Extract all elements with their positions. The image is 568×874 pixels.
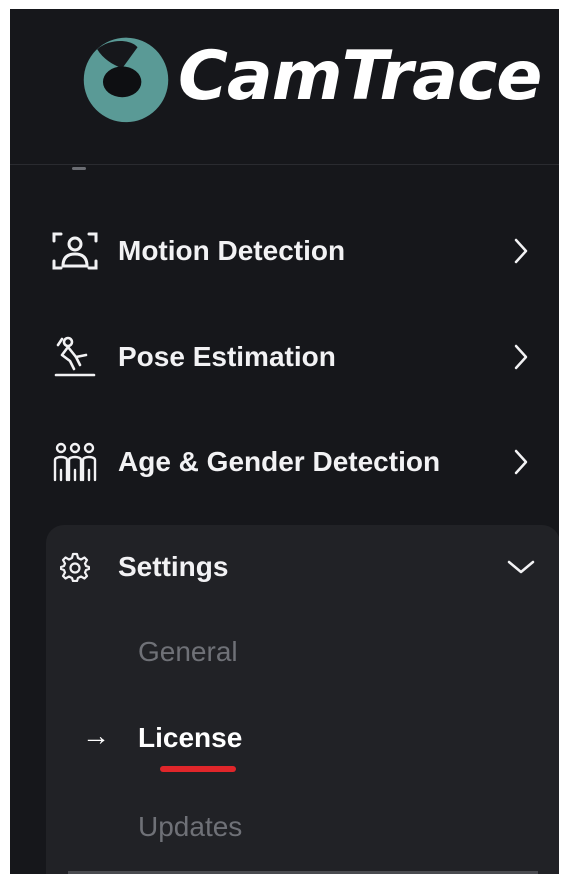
pose-person-icon <box>46 335 104 379</box>
nav-item-pose-estimation[interactable]: Pose Estimation <box>46 327 536 387</box>
nav-label: Age & Gender Detection <box>118 446 441 477</box>
active-underline <box>160 766 236 772</box>
active-arrow-icon: → <box>82 720 110 751</box>
nav-item-age-gender-detection[interactable]: Age & Gender Detection <box>46 432 536 492</box>
settings-subitem-updates[interactable]: Updates <box>138 811 242 843</box>
nav-item-motion-detection[interactable]: Motion Detection <box>46 221 536 281</box>
chevron-down-icon <box>506 552 536 582</box>
scroll-remnant <box>72 167 86 170</box>
person-scan-icon <box>46 229 104 273</box>
chevron-right-icon <box>506 447 536 477</box>
nav-label: Motion Detection <box>118 235 346 266</box>
group-people-icon <box>46 440 104 484</box>
chevron-right-icon <box>506 236 536 266</box>
nav-label: Pose Estimation <box>118 341 336 372</box>
sidebar: CamTrace Motion Detection Pose Estimatio… <box>10 9 559 874</box>
nav-label: Settings <box>118 551 229 582</box>
camtrace-logo-icon <box>83 37 169 123</box>
gear-icon <box>46 545 104 589</box>
logo-header: CamTrace <box>10 9 559 165</box>
nav-item-settings[interactable]: Settings <box>46 537 536 597</box>
settings-subitem-general[interactable]: General <box>138 636 238 668</box>
brand-name: CamTrace <box>178 37 542 116</box>
chevron-right-icon <box>506 342 536 372</box>
settings-subitem-license[interactable]: License <box>138 722 242 754</box>
